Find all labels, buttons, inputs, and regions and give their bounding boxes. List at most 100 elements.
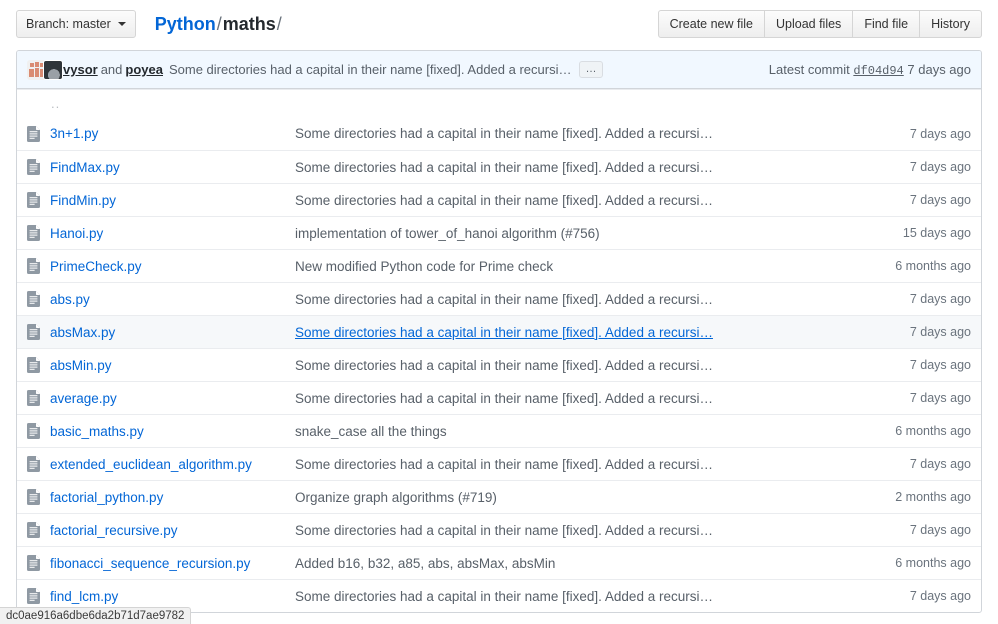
file-commit-message-cell: Some directories had a capital in their … — [295, 358, 863, 373]
file-commit-message-link[interactable]: Some directories had a capital in their … — [295, 589, 713, 604]
file-icon — [27, 555, 50, 571]
file-name-link[interactable]: factorial_recursive.py — [50, 523, 178, 538]
branch-select-label: Branch: master — [26, 18, 111, 31]
file-name-cell: absMax.py — [50, 325, 295, 340]
file-icon — [27, 489, 50, 505]
file-commit-message-link[interactable]: Some directories had a capital in their … — [295, 325, 713, 340]
commit-author-link[interactable]: vysor — [63, 62, 98, 77]
file-name-link[interactable]: absMin.py — [50, 358, 112, 373]
file-name-link[interactable]: Hanoi.py — [50, 226, 103, 241]
file-commit-message-cell: Some directories had a capital in their … — [295, 160, 863, 175]
file-commit-age: 7 days ago — [863, 193, 971, 207]
file-commit-message-link[interactable]: Organize graph algorithms (#719) — [295, 490, 497, 505]
file-commit-message-cell: Some directories had a capital in their … — [295, 457, 863, 472]
file-commit-message-link[interactable]: Added b16, b32, a85, abs, absMax, absMin — [295, 556, 555, 571]
parent-directory-link[interactable]: .. — [27, 96, 60, 111]
table-row[interactable]: factorial_recursive.py Some directories … — [17, 513, 981, 546]
file-commit-age: 7 days ago — [863, 127, 971, 141]
file-list-container: vysor and poyea Some directories had a c… — [16, 50, 982, 613]
file-name-cell: PrimeCheck.py — [50, 259, 295, 274]
file-commit-age: 7 days ago — [863, 325, 971, 339]
file-commit-message-link[interactable]: Some directories had a capital in their … — [295, 193, 713, 208]
file-icon — [27, 588, 50, 604]
breadcrumb-repo-link[interactable]: Python — [155, 14, 216, 34]
find-file-button[interactable]: Find file — [853, 10, 920, 38]
toolbar-left-group: Branch: master Python/maths/ — [16, 10, 283, 38]
latest-commit-meta: Latest commit df04d94 7 days ago — [769, 62, 971, 78]
table-row[interactable]: factorial_python.py Organize graph algor… — [17, 480, 981, 513]
github-directory-listing-page: Branch: master Python/maths/ Create new … — [0, 0, 998, 624]
file-commit-message-link[interactable]: Some directories had a capital in their … — [295, 126, 713, 141]
file-name-cell: FindMax.py — [50, 160, 295, 175]
expand-commit-message-button[interactable]: … — [579, 61, 603, 78]
file-commit-age: 6 months ago — [863, 424, 971, 438]
file-name-link[interactable]: absMax.py — [50, 325, 115, 340]
table-row[interactable]: basic_maths.py snake_case all the things… — [17, 414, 981, 447]
commit-sha-link[interactable]: df04d94 — [853, 64, 903, 78]
file-name-link[interactable]: basic_maths.py — [50, 424, 144, 439]
file-commit-message-link[interactable]: Some directories had a capital in their … — [295, 523, 713, 538]
table-row[interactable]: average.py Some directories had a capita… — [17, 381, 981, 414]
file-name-link[interactable]: 3n+1.py — [50, 126, 98, 141]
file-commit-message-link[interactable]: snake_case all the things — [295, 424, 447, 439]
history-button[interactable]: History — [920, 10, 982, 38]
file-name-link[interactable]: extended_euclidean_algorithm.py — [50, 457, 252, 472]
file-commit-message-cell: Added b16, b32, a85, abs, absMax, absMin — [295, 556, 863, 571]
latest-commit-age: 7 days ago — [907, 62, 971, 77]
file-commit-age: 6 months ago — [863, 556, 971, 570]
file-commit-message-link[interactable]: New modified Python code for Prime check — [295, 259, 553, 274]
file-commit-message-link[interactable]: Some directories had a capital in their … — [295, 391, 713, 406]
create-new-file-button[interactable]: Create new file — [658, 10, 765, 38]
file-name-cell: average.py — [50, 391, 295, 406]
table-row[interactable]: FindMin.py Some directories had a capita… — [17, 183, 981, 216]
file-commit-message-cell: New modified Python code for Prime check — [295, 259, 863, 274]
parent-directory-row[interactable]: .. — [17, 89, 981, 117]
file-commit-message-link[interactable]: Some directories had a capital in their … — [295, 358, 713, 373]
file-actions-button-group: Create new file Upload files Find file H… — [658, 10, 982, 38]
file-commit-message-link[interactable]: implementation of tower_of_hanoi algorit… — [295, 226, 600, 241]
table-row[interactable]: absMax.py Some directories had a capital… — [17, 315, 981, 348]
file-name-link[interactable]: fibonacci_sequence_recursion.py — [50, 556, 250, 571]
file-name-cell: factorial_recursive.py — [50, 523, 295, 538]
file-name-link[interactable]: abs.py — [50, 292, 90, 307]
file-name-cell: factorial_python.py — [50, 490, 295, 505]
file-name-link[interactable]: PrimeCheck.py — [50, 259, 142, 274]
file-commit-age: 7 days ago — [863, 358, 971, 372]
file-commit-message-link[interactable]: Some directories had a capital in their … — [295, 160, 713, 175]
table-row[interactable]: Hanoi.py implementation of tower_of_hano… — [17, 216, 981, 249]
file-commit-message-cell: Some directories had a capital in their … — [295, 391, 863, 406]
commit-author-conjunction: and — [101, 62, 123, 77]
breadcrumb-separator-1: / — [216, 14, 223, 34]
file-name-link[interactable]: factorial_python.py — [50, 490, 163, 505]
avatar-poyea[interactable] — [43, 60, 63, 80]
file-name-link[interactable]: average.py — [50, 391, 117, 406]
latest-commit-label: Latest commit — [769, 62, 850, 77]
file-name-cell: fibonacci_sequence_recursion.py — [50, 556, 295, 571]
table-row[interactable]: abs.py Some directories had a capital in… — [17, 282, 981, 315]
file-icon — [27, 357, 50, 373]
file-name-link[interactable]: find_lcm.py — [50, 589, 118, 604]
file-commit-message-link[interactable]: Some directories had a capital in their … — [295, 292, 713, 307]
branch-select-button[interactable]: Branch: master — [16, 10, 136, 38]
table-row[interactable]: PrimeCheck.py New modified Python code f… — [17, 249, 981, 282]
chevron-down-icon — [118, 22, 126, 26]
upload-files-button[interactable]: Upload files — [765, 10, 853, 38]
latest-commit-header: vysor and poyea Some directories had a c… — [17, 51, 981, 89]
file-icon — [27, 192, 50, 208]
file-name-link[interactable]: FindMax.py — [50, 160, 120, 175]
breadcrumb-current-dir: maths — [223, 14, 276, 34]
table-row[interactable]: absMin.py Some directories had a capital… — [17, 348, 981, 381]
file-commit-message-link[interactable]: Some directories had a capital in their … — [295, 457, 713, 472]
commit-coauthor-link[interactable]: poyea — [125, 62, 163, 77]
file-commit-message-cell: Some directories had a capital in their … — [295, 126, 863, 141]
table-row[interactable]: 3n+1.py Some directories had a capital i… — [17, 117, 981, 150]
file-commit-age: 6 months ago — [863, 259, 971, 273]
latest-commit-message[interactable]: Some directories had a capital in their … — [169, 62, 572, 77]
file-name-link[interactable]: FindMin.py — [50, 193, 116, 208]
file-icon — [27, 126, 50, 142]
table-row[interactable]: FindMax.py Some directories had a capita… — [17, 150, 981, 183]
file-commit-message-cell: Some directories had a capital in their … — [295, 589, 863, 604]
table-row[interactable]: extended_euclidean_algorithm.py Some dir… — [17, 447, 981, 480]
table-row[interactable]: fibonacci_sequence_recursion.py Added b1… — [17, 546, 981, 579]
file-commit-age: 7 days ago — [863, 589, 971, 603]
